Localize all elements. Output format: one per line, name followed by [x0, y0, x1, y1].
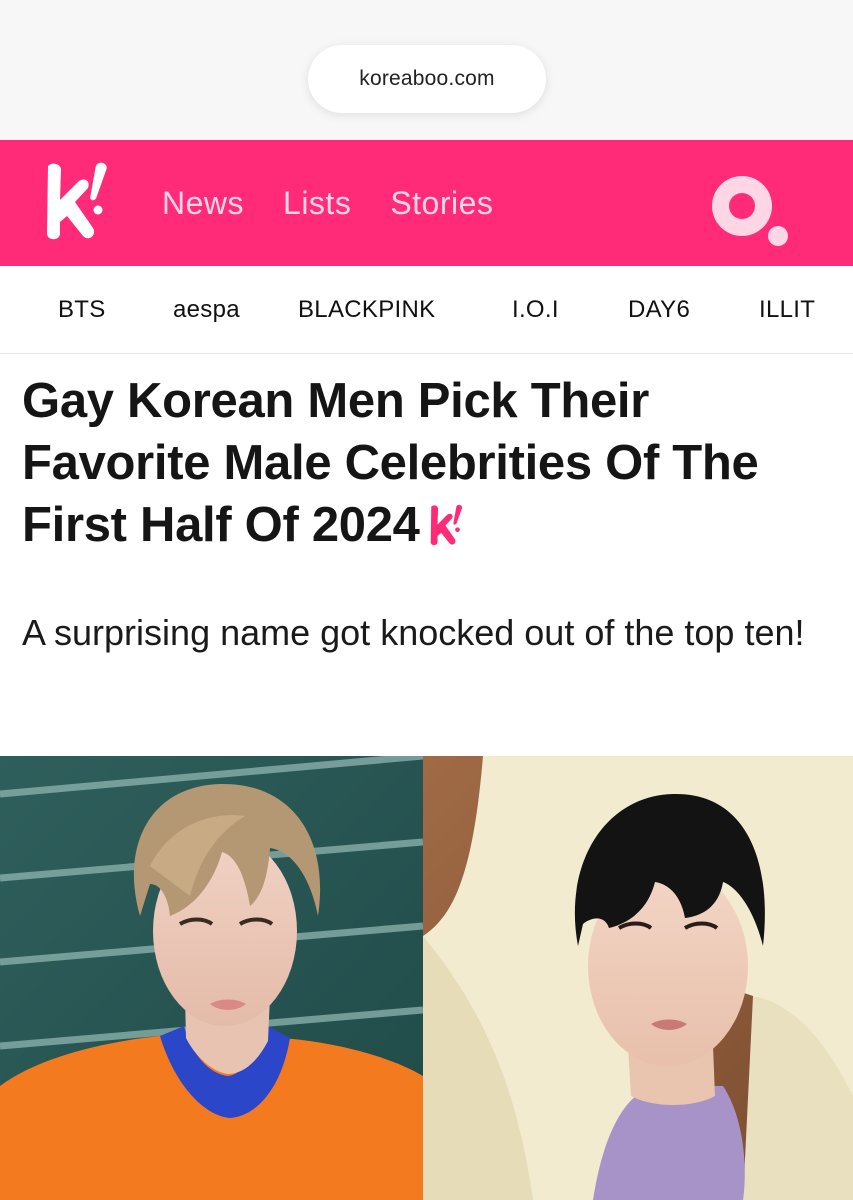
hero-image[interactable] — [0, 756, 853, 1200]
nav-news[interactable]: News — [162, 185, 244, 222]
article-headline: Gay Korean Men Pick Their Favorite Male … — [22, 370, 842, 556]
koreaboo-badge-icon — [426, 500, 468, 546]
nav-stories[interactable]: Stories — [390, 185, 493, 222]
hero-photo-left — [0, 756, 423, 1200]
photo-man-black-hair-cream-coat — [423, 756, 853, 1200]
site-header: News Lists Stories — [0, 140, 853, 266]
url-bar[interactable]: koreaboo.com — [308, 45, 546, 113]
koreaboo-logo[interactable] — [38, 160, 118, 242]
headline-text: Gay Korean Men Pick Their Favorite Male … — [22, 374, 759, 552]
topic-blackpink[interactable]: BLACKPINK — [298, 266, 435, 354]
topic-bts[interactable]: BTS — [58, 266, 106, 354]
main-nav: News Lists Stories — [162, 140, 532, 266]
topic-ioi[interactable]: I.O.I — [512, 266, 559, 354]
search-button[interactable] — [706, 170, 798, 252]
article-subheadline: A surprising name got knocked out of the… — [22, 612, 805, 653]
hero-photo-right — [423, 756, 853, 1200]
topic-aespa[interactable]: aespa — [173, 266, 240, 354]
nav-lists[interactable]: Lists — [283, 185, 351, 222]
topic-day6[interactable]: DAY6 — [628, 266, 690, 354]
topic-bar: BTS aespa BLACKPINK I.O.I DAY6 ILLIT — [0, 266, 853, 354]
url-text: koreaboo.com — [359, 67, 495, 90]
photo-man-blond-hair-orange-shirt — [0, 756, 423, 1200]
browser-bar: koreaboo.com — [0, 0, 853, 140]
k-logo-icon — [47, 162, 107, 240]
search-icon — [712, 176, 788, 246]
topic-illit[interactable]: ILLIT — [759, 266, 815, 354]
